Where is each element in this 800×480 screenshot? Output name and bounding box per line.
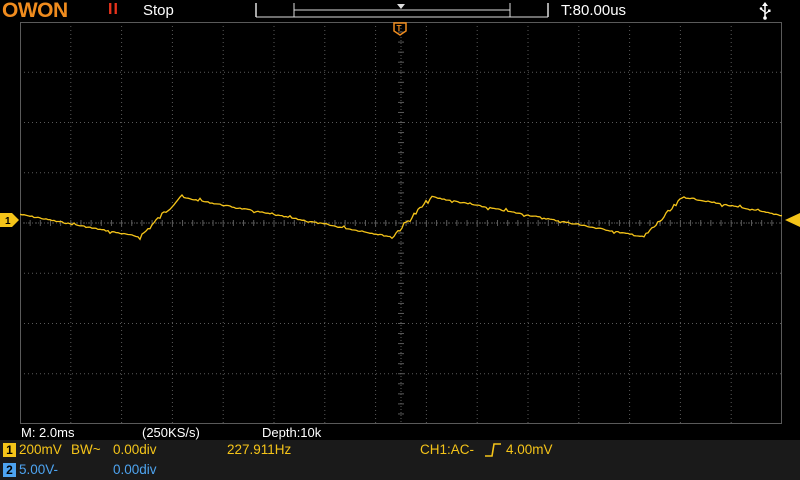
brand-logo: OWON: [2, 0, 68, 22]
waveform-display[interactable]: [20, 22, 782, 424]
channel2-offset: 0.00div: [113, 462, 157, 477]
channel2-badge[interactable]: 2: [3, 463, 16, 477]
top-bar: OWON II Stop T:80.00us: [0, 0, 800, 22]
channel1-scale[interactable]: 200mV: [19, 442, 62, 457]
timebase-value[interactable]: M: 2.0ms: [21, 425, 74, 440]
memory-depth-value[interactable]: Depth:10k: [262, 425, 321, 440]
graticule: [20, 22, 782, 424]
usb-icon: [759, 2, 771, 20]
trigger-position-marker-icon[interactable]: T: [393, 22, 407, 36]
channel1-frequency: 227.911Hz: [227, 442, 292, 457]
memory-position-bar[interactable]: [254, 1, 550, 19]
trigger-source[interactable]: CH1:AC-: [420, 442, 474, 457]
trigger-level-value: 4.00mV: [506, 442, 553, 457]
channel1-info-bar[interactable]: 1 200mV BW~ 0.00div 227.911Hz CH1:AC- 4.…: [0, 440, 800, 460]
rising-edge-icon: [485, 443, 501, 457]
sample-rate-value: (250KS/s): [142, 425, 200, 440]
channel1-badge[interactable]: 1: [3, 443, 16, 457]
svg-text:T: T: [397, 24, 402, 33]
channel1-offset: 0.00div: [113, 442, 157, 457]
run-state-label[interactable]: Stop: [143, 2, 174, 19]
channel1-bw-coupling: BW~: [71, 442, 101, 457]
trigger-level-marker-icon[interactable]: [784, 213, 800, 227]
channel2-scale[interactable]: 5.00V-: [19, 462, 58, 477]
ch1-ground-marker-icon[interactable]: 1: [0, 213, 20, 227]
svg-text:1: 1: [5, 216, 11, 227]
trigger-time: T:80.00us: [561, 2, 627, 19]
channel2-info-bar[interactable]: 2 5.00V- 0.00div: [0, 460, 800, 480]
acquisition-status: M: 2.0ms (250KS/s) Depth:10k: [0, 424, 800, 440]
run-state-icon[interactable]: II: [108, 1, 119, 19]
